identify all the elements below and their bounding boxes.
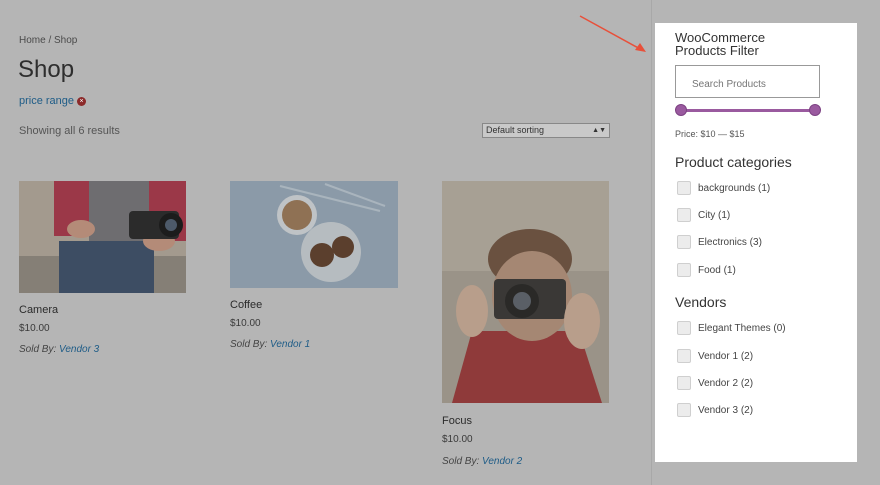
checkbox[interactable]	[677, 208, 691, 222]
active-filter-label[interactable]: price range	[19, 95, 74, 107]
category-label: Electronics (3)	[698, 236, 762, 248]
vendor-label: Elegant Themes (0)	[698, 322, 786, 334]
sold-by-label: Sold By:	[19, 344, 57, 355]
category-checkbox-item[interactable]: City (1)	[677, 208, 730, 222]
checkbox[interactable]	[677, 263, 691, 277]
sorting-selected-value: Default sorting	[486, 125, 545, 135]
product-sold-by: Sold By: Vendor 1	[230, 339, 310, 350]
checkbox[interactable]	[677, 403, 691, 417]
close-circle-icon[interactable]: ×	[77, 96, 87, 106]
vendor-label: Vendor 3 (2)	[698, 404, 754, 416]
product-image-focus[interactable]	[442, 181, 609, 403]
product-sold-by: Sold By: Vendor 2	[442, 456, 522, 467]
price-slider-min-handle[interactable]	[675, 104, 687, 116]
product-name[interactable]: Camera	[19, 304, 58, 316]
category-checkbox-item[interactable]: backgrounds (1)	[677, 181, 770, 195]
vendor-checkbox-item[interactable]: Vendor 2 (2)	[677, 376, 753, 390]
category-checkbox-item[interactable]: Food (1)	[677, 263, 736, 277]
checkbox[interactable]	[677, 376, 691, 390]
vendor-link[interactable]: Vendor 1	[270, 339, 310, 350]
checkbox[interactable]	[677, 181, 691, 195]
checkbox[interactable]	[677, 349, 691, 363]
product-name[interactable]: Focus	[442, 415, 472, 427]
annotation-arrow-icon	[579, 15, 646, 52]
sold-by-label: Sold By:	[442, 456, 480, 467]
page-title: Shop	[18, 56, 75, 83]
results-count: Showing all 6 results	[19, 125, 120, 137]
vendor-link[interactable]: Vendor 2	[482, 456, 522, 467]
product-price: $10.00	[442, 434, 473, 445]
vendors-title: Vendors	[675, 294, 727, 310]
product-price: $10.00	[230, 318, 261, 329]
checkbox[interactable]	[677, 321, 691, 335]
category-label: backgrounds (1)	[698, 182, 771, 194]
widget-title: WooCommerce Products Filter	[675, 30, 766, 58]
vendor-link[interactable]: Vendor 3	[59, 344, 99, 355]
category-label: City (1)	[698, 209, 731, 221]
price-slider-max-handle[interactable]	[809, 104, 821, 116]
active-filter-price-range[interactable]: price range ×	[19, 95, 87, 107]
vendor-label: Vendor 1 (2)	[698, 350, 754, 362]
product-card[interactable]: Camera $10.00 Sold By: Vendor 3	[19, 181, 187, 361]
checkbox[interactable]	[677, 235, 691, 249]
category-label: Food (1)	[698, 264, 736, 276]
categories-title: Product categories	[675, 154, 792, 170]
products-filter-widget: WooCommerce Products Filter Price: $10 —…	[655, 23, 857, 462]
select-arrows-icon: ▲▼	[592, 127, 606, 134]
price-range-label: Price: $10 — $15	[675, 129, 745, 139]
vendor-checkbox-item[interactable]: Vendor 1 (2)	[677, 349, 753, 363]
product-name[interactable]: Coffee	[230, 299, 262, 311]
product-image-coffee[interactable]	[230, 181, 398, 288]
vendor-label: Vendor 2 (2)	[698, 377, 754, 389]
product-image-camera[interactable]	[19, 181, 186, 293]
product-card[interactable]: Coffee $10.00 Sold By: Vendor 1	[230, 181, 398, 356]
category-checkbox-item[interactable]: Electronics (3)	[677, 235, 762, 249]
sold-by-label: Sold By:	[230, 339, 268, 350]
product-card[interactable]: Focus $10.00 Sold By: Vendor 2	[442, 181, 610, 471]
product-price: $10.00	[19, 323, 50, 334]
search-products-input[interactable]	[675, 65, 820, 98]
shop-page: Home / Shop Shop price range × Showing a…	[0, 0, 652, 485]
vendor-checkbox-item[interactable]: Vendor 3 (2)	[677, 403, 753, 417]
price-slider-track[interactable]	[680, 109, 815, 112]
breadcrumb[interactable]: Home / Shop	[19, 35, 77, 46]
product-sold-by: Sold By: Vendor 3	[19, 344, 99, 355]
sorting-select[interactable]: Default sorting ▲▼	[482, 123, 610, 138]
vendor-checkbox-item[interactable]: Elegant Themes (0)	[677, 321, 786, 335]
